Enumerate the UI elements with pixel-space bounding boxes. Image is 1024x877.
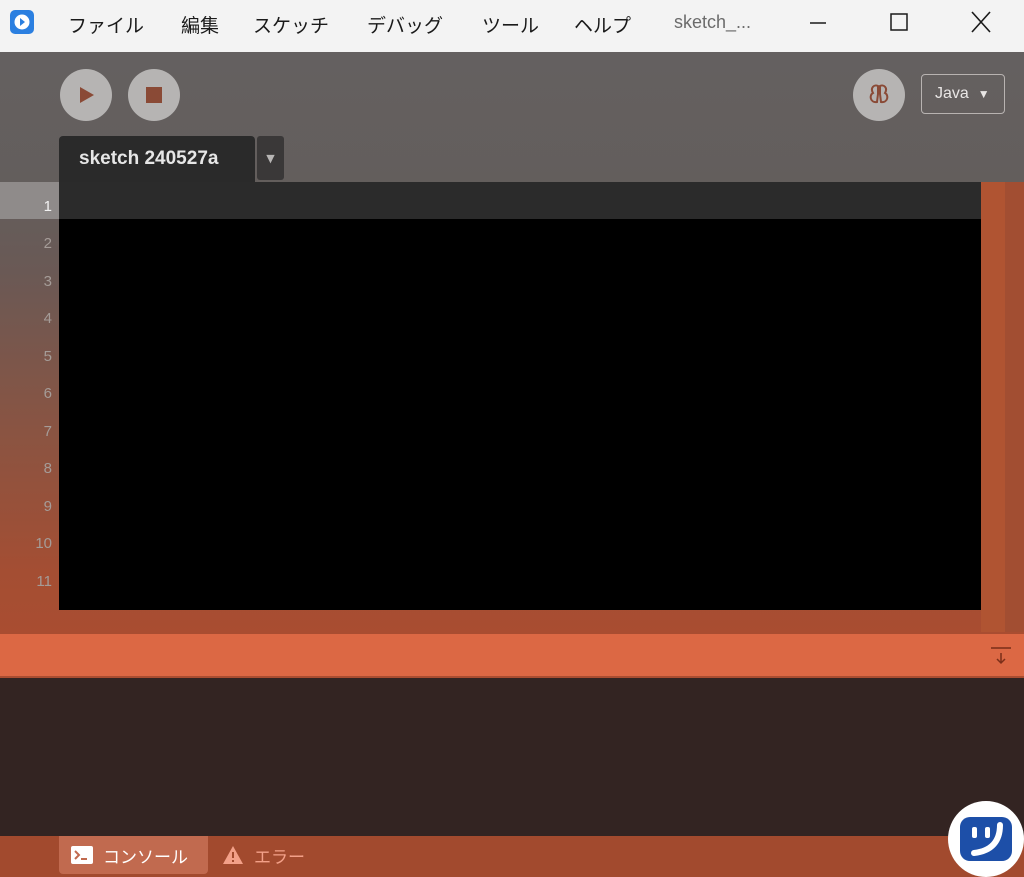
mode-select[interactable]: Java ▼ <box>921 74 1005 114</box>
menu-help[interactable]: ヘルプ <box>574 11 631 38</box>
menu-sketch[interactable]: スケッチ <box>253 11 329 38</box>
play-icon <box>80 87 94 103</box>
editor-edge <box>1005 182 1024 632</box>
stop-icon <box>146 87 162 103</box>
line-number: 5 <box>43 348 52 365</box>
tab-label: sketch 240527a <box>79 148 219 169</box>
butterfly-icon <box>869 84 889 104</box>
chevron-down-icon: ▼ <box>266 151 275 165</box>
window-title: sketch_... <box>674 12 752 32</box>
title-bar: ファイル 編集 スケッチ デバッグ ツール ヘルプ sketch_... <box>0 0 1024 52</box>
app-logo-icon <box>10 10 34 34</box>
app-window: Java ▼ sketch 240527a ▼ 1 2 3 4 5 6 7 8 … <box>0 52 1024 877</box>
menu-debug[interactable]: デバッグ <box>367 11 443 38</box>
console-tab-label: コンソール <box>103 847 188 868</box>
stop-button[interactable] <box>128 69 180 121</box>
tab-menu-button[interactable]: ▼ <box>257 136 284 180</box>
tab-sketch[interactable]: sketch 240527a <box>59 136 255 182</box>
status-bar: コンソール エラー <box>0 836 1024 877</box>
code-editor[interactable] <box>59 182 981 610</box>
terminal-icon <box>71 846 93 864</box>
close-button[interactable] <box>961 6 1001 40</box>
errors-tab[interactable]: エラー <box>222 836 305 874</box>
console-header <box>0 634 1024 676</box>
line-number: 7 <box>43 423 52 440</box>
line-number: 2 <box>43 235 52 252</box>
menu-file[interactable]: ファイル <box>68 11 144 38</box>
site-logo-badge <box>948 801 1024 877</box>
line-number: 9 <box>43 498 52 515</box>
current-line <box>59 182 981 219</box>
collapse-down-icon[interactable] <box>990 646 1012 666</box>
console-output[interactable] <box>0 678 1024 836</box>
line-number: 6 <box>43 385 52 402</box>
minimize-button[interactable] <box>798 6 838 40</box>
line-number: 8 <box>43 460 52 477</box>
debug-button[interactable] <box>853 69 905 121</box>
menu-edit[interactable]: 編集 <box>181 11 219 38</box>
line-number: 11 <box>36 573 52 590</box>
editor-scrollbar[interactable] <box>981 182 1005 632</box>
mode-label: Java <box>935 85 969 102</box>
chevron-down-icon: ▼ <box>977 87 990 101</box>
warning-icon <box>223 846 243 864</box>
line-number: 1 <box>43 198 52 215</box>
maximize-button[interactable] <box>879 6 919 40</box>
line-number: 10 <box>35 535 52 552</box>
line-number: 4 <box>43 310 52 327</box>
run-button[interactable] <box>60 69 112 121</box>
site-logo-icon <box>960 817 1012 861</box>
line-number: 3 <box>43 273 52 290</box>
errors-tab-label: エラー <box>254 847 305 868</box>
console-tab[interactable]: コンソール <box>59 836 208 874</box>
menu-tools[interactable]: ツール <box>482 11 539 38</box>
